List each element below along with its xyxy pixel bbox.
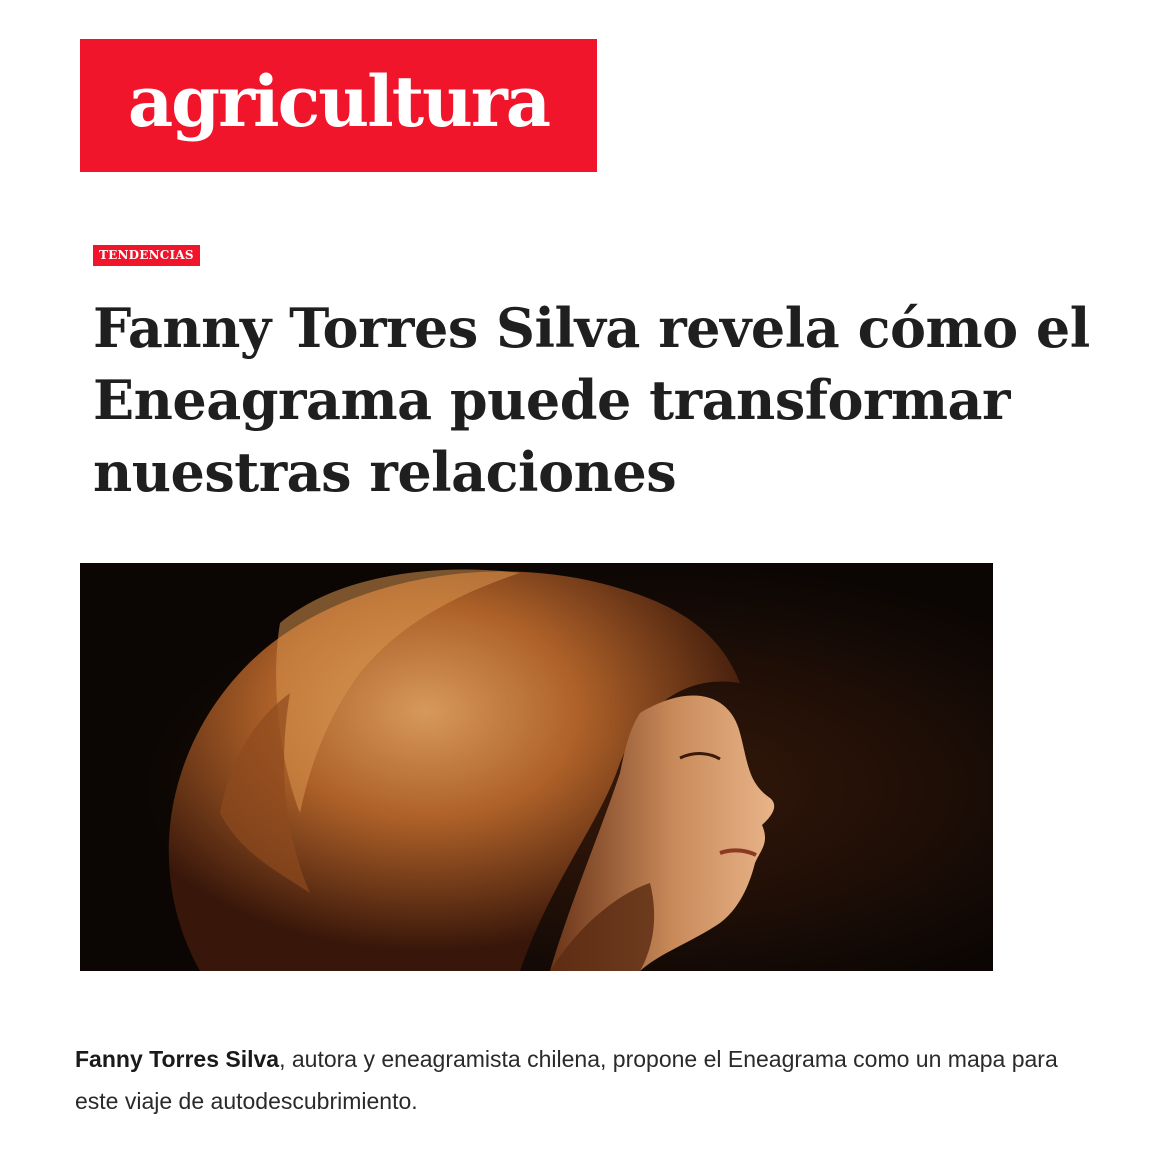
hero-image <box>80 563 993 971</box>
site-logo[interactable]: agricultura <box>80 39 597 172</box>
article-title: Fanny Torres Silva revela cómo el Eneagr… <box>93 296 1090 504</box>
lead-author-name: Fanny Torres Silva <box>75 1046 280 1072</box>
category-badge[interactable]: TENDENCIAS <box>93 245 200 266</box>
portrait-illustration <box>80 563 993 971</box>
logo-wordmark: agricultura <box>127 59 551 143</box>
article-lead: Fanny Torres Silva, autora y eneagramist… <box>75 1038 1075 1122</box>
